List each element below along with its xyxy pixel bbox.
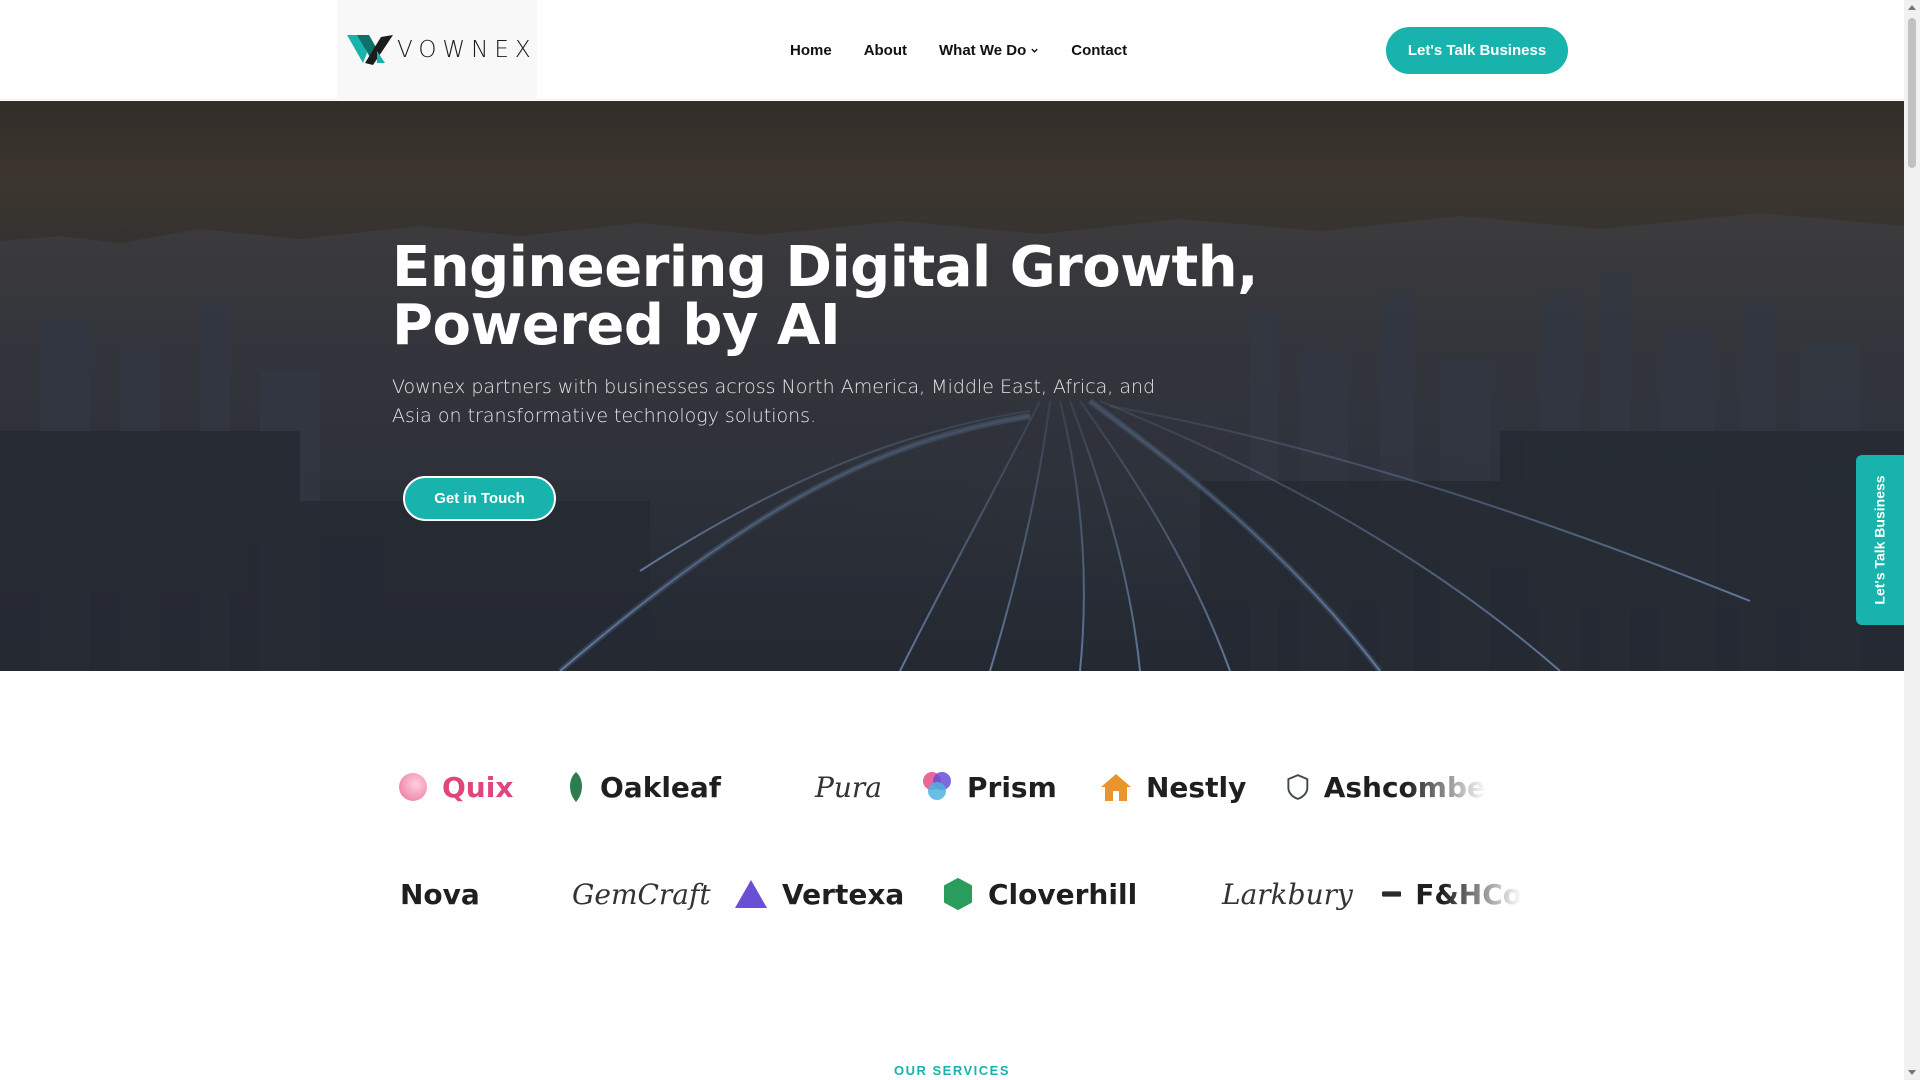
brand-quix-label: Quix — [442, 770, 514, 804]
main-nav: Home About What We Do Contact — [790, 0, 1127, 100]
house-icon — [1101, 774, 1131, 801]
nav-what-we-do[interactable]: What We Do — [939, 42, 1039, 59]
fade-overlay — [1442, 874, 1522, 914]
chevron-down-icon — [1031, 48, 1038, 53]
brand-nestly-label: Nestly — [1146, 770, 1247, 804]
brand-prism-label: Prism — [967, 770, 1057, 804]
brand-vertexa: Vertexa — [734, 874, 904, 914]
brand-prism: Prism — [921, 767, 1057, 807]
site-logo[interactable]: VOWNEX — [337, 0, 537, 100]
nav-contact-label: Contact — [1071, 41, 1128, 59]
brand-pura-label: Pura — [815, 770, 882, 804]
fade-overlay — [1406, 767, 1486, 807]
get-in-touch-button[interactable]: Get in Touch — [403, 476, 556, 521]
scroll-down-arrow-icon[interactable] — [1908, 1070, 1916, 1075]
nav-about-label: About — [863, 41, 908, 59]
hero-title-line-1: Engineering Digital Growth, — [392, 235, 1258, 300]
prism-circles-icon — [923, 772, 951, 800]
brand-vertexa-label: Vertexa — [782, 877, 905, 911]
hero-title-line-2: Powered by AI — [392, 293, 841, 358]
brand-nova-label: Nova — [400, 877, 480, 911]
brand-oakleaf-label: Oakleaf — [600, 770, 721, 804]
brand-oakleaf: Oakleaf — [566, 767, 721, 807]
brand-pura: Pura — [815, 767, 882, 807]
hexagon-icon — [944, 878, 972, 910]
nav-contact[interactable]: Contact — [1071, 42, 1127, 59]
brand-nestly: Nestly — [1100, 767, 1246, 807]
brand-ashcombe: Ashcombe — [1286, 767, 1486, 807]
brand-gemcraft: GemCraft — [572, 874, 711, 914]
client-logos-section: Quix Oakleaf Pura Prism Nestly Ashcombe … — [0, 671, 1904, 1080]
site-header: VOWNEX Home About What We Do Contact Let… — [0, 0, 1904, 100]
brand-fhco: F&HCo — [1382, 874, 1522, 914]
triangle-icon — [735, 880, 767, 908]
side-tab-label: Let's Talk Business — [1872, 475, 1888, 605]
brand-cloverhill-label: Cloverhill — [988, 877, 1138, 911]
hero-subtitle: Vownex partners with businesses across N… — [392, 376, 1156, 427]
lets-talk-business-button[interactable]: Let's Talk Business — [1386, 27, 1568, 74]
nav-about[interactable]: About — [864, 42, 907, 59]
our-services-label: OUR SERVICES — [893, 1063, 1010, 1078]
shield-icon — [1287, 774, 1309, 800]
nav-what-we-do-label: What We Do — [939, 41, 1027, 59]
brand-quix: Quix — [398, 767, 513, 807]
hero-title: Engineering Digital Growth, Powered by A… — [392, 239, 1292, 355]
page-scrollbar[interactable] — [1904, 0, 1920, 1080]
logo-text: VOWNEX — [397, 37, 537, 63]
brand-larkbury-label: Larkbury — [1222, 877, 1353, 911]
vownex-logo-icon — [347, 35, 393, 65]
nav-home-label: Home — [790, 41, 832, 59]
hero-section: Engineering Digital Growth, Powered by A… — [0, 101, 1904, 671]
brand-larkbury: Larkbury — [1222, 874, 1353, 914]
bar-icon — [1382, 891, 1402, 897]
side-tab-lets-talk[interactable]: Let's Talk Business — [1856, 455, 1904, 625]
brand-cloverhill: Cloverhill — [942, 874, 1137, 914]
brand-nova: Nova — [400, 874, 500, 914]
scroll-thumb[interactable] — [1908, 18, 1916, 168]
leaf-icon — [570, 772, 582, 802]
pink-circle-icon — [399, 773, 427, 801]
nav-home[interactable]: Home — [790, 42, 832, 59]
scroll-up-arrow-icon[interactable] — [1908, 5, 1916, 10]
brand-gemcraft-label: GemCraft — [572, 877, 711, 911]
